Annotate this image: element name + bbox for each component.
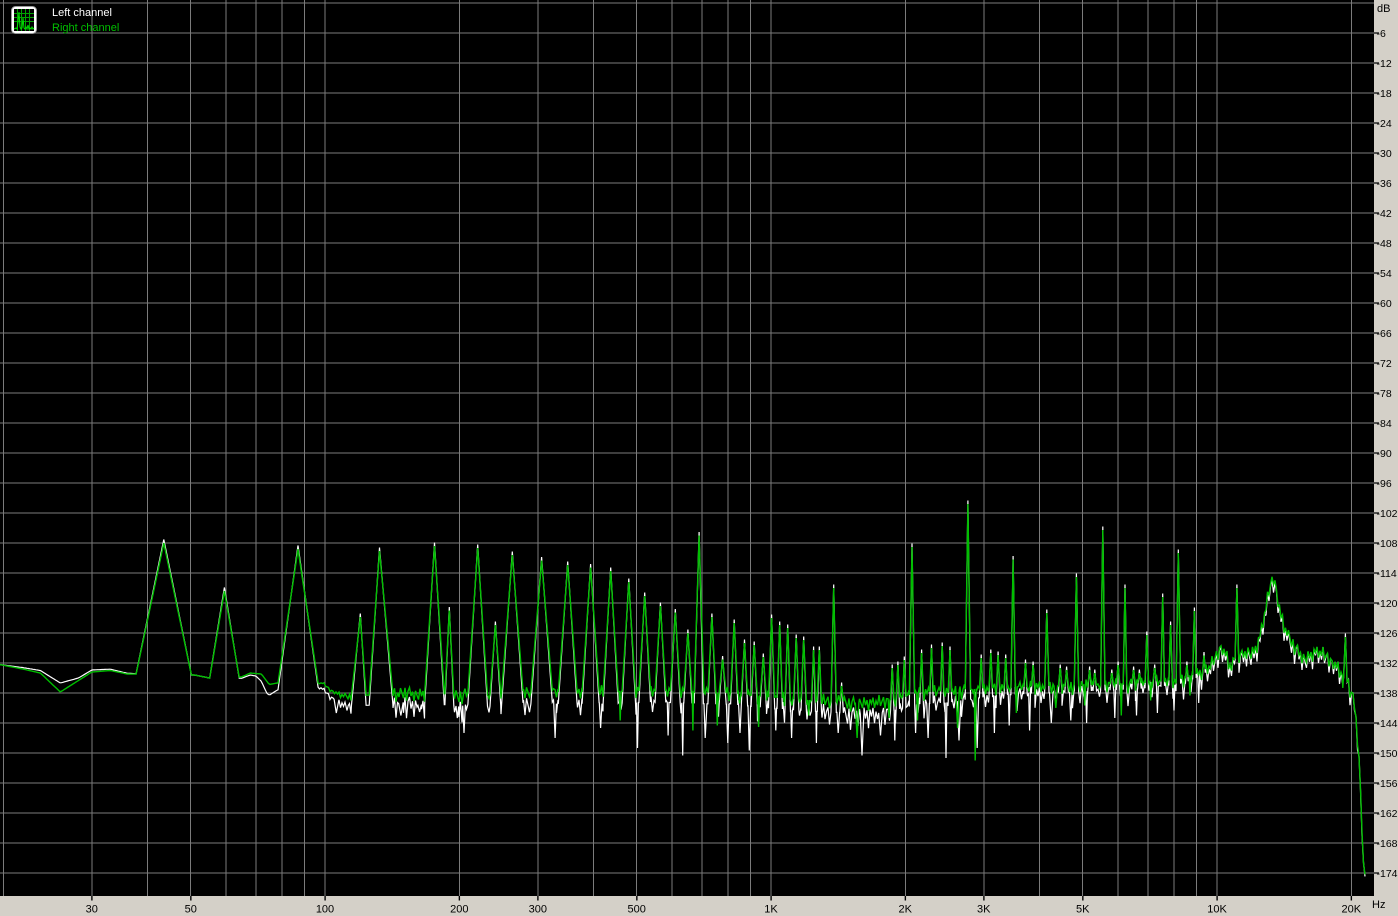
axis-strips: -6 -12 -18 -24 -30 -36 -42 -48 -54 -60 -66 -72 -78 -8… (0, 0, 1398, 916)
x-tick-label: 500 (628, 904, 646, 916)
y-tick-label: -84 (1377, 418, 1392, 430)
y-tick-label: -132 (1377, 658, 1398, 670)
y-tick-label: -120 (1377, 598, 1398, 610)
y-tick-label: -12 (1377, 58, 1392, 70)
y-tick-label: -174 (1377, 868, 1398, 880)
x-tick-label: 30 (86, 904, 98, 916)
spectrum-plot: -6 -12 -18 -24 -30 -36 -42 -48 -54 -60 -66 -72 -78 -8… (0, 0, 1398, 916)
y-tick-label: -30 (1377, 148, 1392, 160)
y-tick-label: -102 (1377, 508, 1398, 520)
spectrum-traces (0, 500, 1366, 877)
legend-right-channel-label: Right channel (52, 22, 120, 34)
y-tick-label: -96 (1377, 478, 1392, 490)
y-tick-label: -138 (1377, 688, 1398, 700)
y-tick-label: -24 (1377, 118, 1392, 130)
y-tick-label: -168 (1377, 838, 1398, 850)
x-tick-label: 50 (185, 904, 197, 916)
x-tick-label: 3K (977, 904, 991, 916)
y-tick-label: -42 (1377, 208, 1392, 220)
x-tick-label: 2K (899, 904, 913, 916)
y-tick-label: -144 (1377, 718, 1398, 730)
y-tick-label: -90 (1377, 448, 1392, 460)
legend-left-channel-label: Left channel (52, 7, 112, 19)
y-tick-label: -156 (1377, 778, 1398, 790)
y-tick-label: -36 (1377, 178, 1392, 190)
x-tick-label: 300 (529, 904, 547, 916)
y-tick-label: -114 (1377, 568, 1397, 580)
y-tick-label: -78 (1377, 388, 1392, 400)
y-tick-label: -108 (1377, 538, 1398, 550)
y-tick-label: -54 (1377, 268, 1392, 280)
x-tick-label: 20K (1341, 904, 1361, 916)
x-tick-label: 1K (764, 904, 778, 916)
grid-lines (0, 0, 1374, 896)
x-axis-strip (0, 896, 1398, 916)
y-tick-label: -126 (1377, 628, 1398, 640)
x-tick-label: 200 (450, 904, 468, 916)
y-tick-label: -72 (1377, 358, 1392, 370)
y-tick-label: -150 (1377, 748, 1398, 760)
x-tick-label: 100 (316, 904, 334, 916)
x-tick-label: 10K (1207, 904, 1227, 916)
spectrum-thumbnail-icon (11, 6, 37, 39)
spectrum-analyzer-window: -6 -12 -18 -24 -30 -36 -42 -48 -54 -60 -66 -72 -78 -8… (0, 0, 1398, 916)
right-channel-trace (0, 503, 1366, 875)
y-axis-unit-label: dB (1377, 3, 1391, 15)
y-tick-label: -18 (1377, 88, 1392, 100)
x-tick-label: 5K (1076, 904, 1090, 916)
x-axis-unit-label: Hz (1372, 899, 1386, 911)
y-tick-label: -6 (1377, 28, 1386, 40)
y-tick-label: -48 (1377, 238, 1392, 250)
y-tick-label: -60 (1377, 298, 1392, 310)
y-tick-label: -66 (1377, 328, 1392, 340)
y-tick-label: -162 (1377, 808, 1398, 820)
